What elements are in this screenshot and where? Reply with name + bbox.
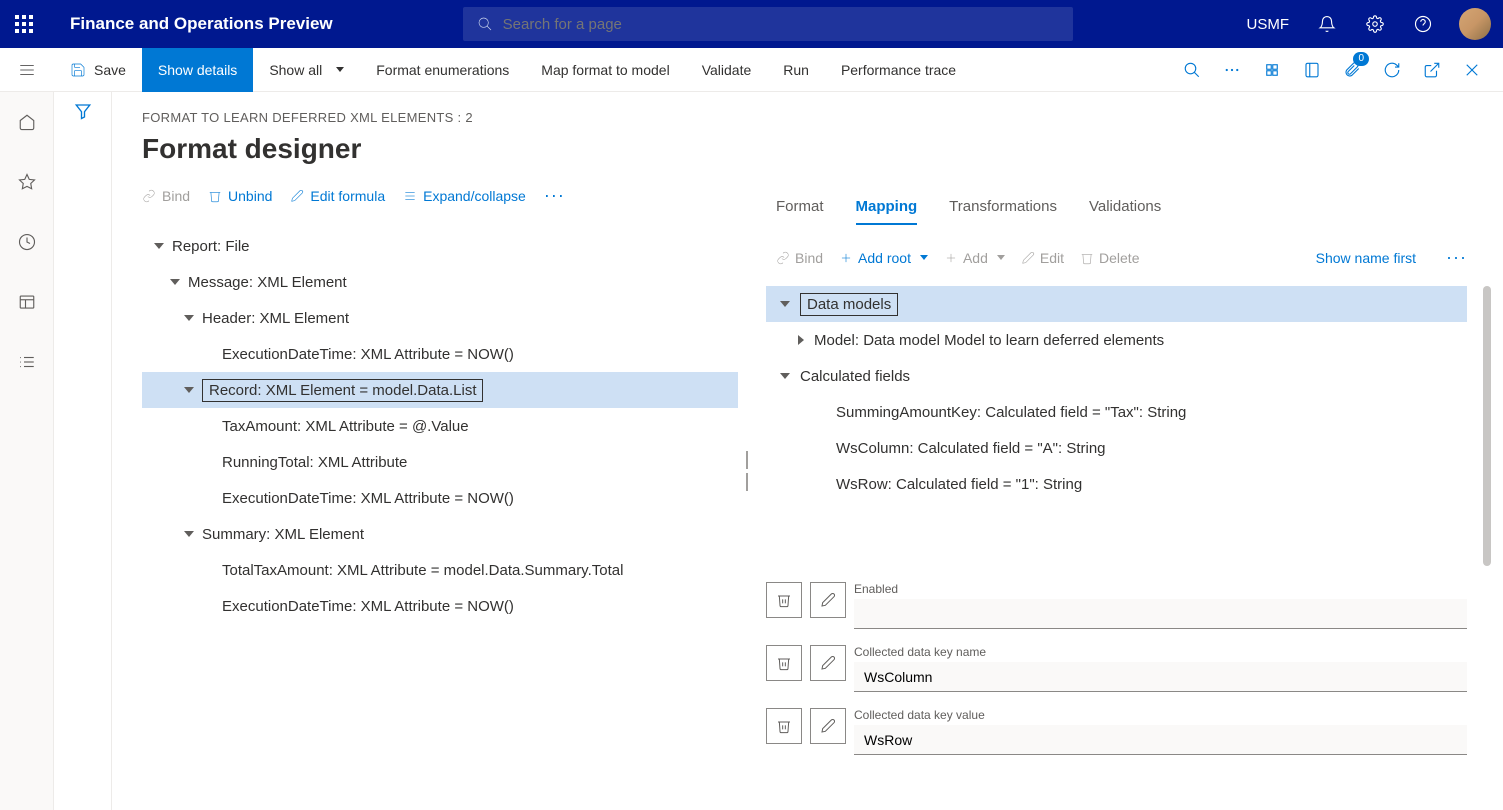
refresh-icon[interactable] (1373, 48, 1411, 92)
key-name-label: Collected data key name (854, 645, 1467, 659)
show-details-button[interactable]: Show details (142, 48, 253, 92)
top-bar: Finance and Operations Preview USMF (0, 0, 1503, 48)
app-launcher-icon[interactable] (0, 0, 48, 48)
company-selector[interactable]: USMF (1233, 16, 1304, 33)
tab-transformations[interactable]: Transformations (949, 198, 1057, 225)
edit-property-icon[interactable] (810, 645, 846, 681)
edit-formula-button[interactable]: Edit formula (290, 188, 385, 204)
map-format-button[interactable]: Map format to model (525, 48, 685, 92)
popout-icon[interactable] (1413, 48, 1451, 92)
favorites-icon[interactable] (7, 162, 47, 202)
run-button[interactable]: Run (767, 48, 825, 92)
global-search[interactable] (463, 7, 1073, 41)
filter-column (54, 92, 112, 810)
tree-node[interactable]: ExecutionDateTime: XML Attribute = NOW() (142, 336, 738, 372)
format-more-icon[interactable]: ··· (544, 185, 565, 206)
close-icon[interactable] (1453, 48, 1491, 92)
tab-validations[interactable]: Validations (1089, 198, 1161, 225)
action-bar: Save Show details Show all Format enumer… (0, 48, 1503, 92)
expand-collapse-button[interactable]: Expand/collapse (403, 188, 526, 204)
detail-tabs: Format Mapping Transformations Validatio… (766, 198, 1467, 225)
search-input[interactable] (503, 16, 1059, 33)
show-all-button[interactable]: Show all (253, 48, 360, 92)
validate-button[interactable]: Validate (686, 48, 768, 92)
tree-node[interactable]: RunningTotal: XML Attribute (142, 444, 738, 480)
tab-mapping[interactable]: Mapping (856, 198, 918, 225)
filter-icon[interactable] (74, 102, 92, 120)
delete-property-icon[interactable] (766, 582, 802, 618)
properties-panel: Enabled Collected data key name (766, 582, 1467, 771)
tree-node[interactable]: TaxAmount: XML Attribute = @.Value (142, 408, 738, 444)
tree-node[interactable]: Summary: XML Element (142, 516, 738, 552)
help-icon[interactable] (1399, 0, 1447, 48)
office-icon[interactable] (1293, 48, 1331, 92)
format-toolbar: Bind Unbind Edit formula Expand/collapse… (142, 185, 738, 206)
key-name-input[interactable] (854, 662, 1467, 692)
add-root-button[interactable]: Add root (839, 250, 928, 266)
show-name-first-button[interactable]: Show name first (1316, 250, 1416, 266)
more-actions-icon[interactable] (1213, 48, 1251, 92)
tree-node[interactable]: WsColumn: Calculated field = "A": String (766, 430, 1467, 466)
format-tree: Report: File Message: XML Element Header… (142, 228, 738, 624)
tree-node[interactable]: TotalTaxAmount: XML Attribute = model.Da… (142, 552, 738, 588)
tree-node[interactable]: Model: Data model Model to learn deferre… (766, 322, 1467, 358)
delete-property-icon[interactable] (766, 708, 802, 744)
delete-property-icon[interactable] (766, 645, 802, 681)
recent-icon[interactable] (7, 222, 47, 262)
scrollbar[interactable] (1483, 286, 1491, 566)
delete-button: Delete (1080, 250, 1139, 266)
pane-divider[interactable] (746, 451, 752, 491)
attachments-badge: 0 (1353, 52, 1369, 66)
mapping-toolbar: Bind Add root Add Edit Delete Show name … (766, 247, 1467, 268)
left-rail (0, 92, 54, 810)
edit-button: Edit (1021, 250, 1064, 266)
add-button: Add (944, 250, 1005, 266)
app-title: Finance and Operations Preview (48, 14, 333, 34)
search-icon (477, 16, 493, 32)
modules-icon[interactable] (7, 342, 47, 382)
settings-icon[interactable] (1351, 0, 1399, 48)
tree-node-selected[interactable]: Data models (766, 286, 1467, 322)
nav-toggle-icon[interactable] (0, 48, 54, 92)
tab-format[interactable]: Format (776, 198, 824, 225)
enabled-input[interactable] (854, 599, 1467, 629)
page-title: Format designer (142, 133, 738, 165)
user-avatar[interactable] (1459, 8, 1491, 40)
tree-node[interactable]: Header: XML Element (142, 300, 738, 336)
enabled-label: Enabled (854, 582, 1467, 596)
format-tree-pane: FORMAT TO LEARN DEFERRED XML ELEMENTS : … (112, 92, 752, 810)
data-source-tree: Data models Model: Data model Model to l… (766, 286, 1467, 502)
tree-node-selected[interactable]: Record: XML Element = model.Data.List (142, 372, 738, 408)
format-enumerations-button[interactable]: Format enumerations (360, 48, 525, 92)
notifications-icon[interactable] (1303, 0, 1351, 48)
tree-node[interactable]: SummingAmountKey: Calculated field = "Ta… (766, 394, 1467, 430)
mapping-more-icon[interactable]: ··· (1446, 247, 1467, 268)
workspaces-icon[interactable] (7, 282, 47, 322)
tree-node[interactable]: ExecutionDateTime: XML Attribute = NOW() (142, 588, 738, 624)
bind-button: Bind (142, 188, 190, 204)
extension-icon[interactable] (1253, 48, 1291, 92)
home-icon[interactable] (7, 102, 47, 142)
edit-property-icon[interactable] (810, 582, 846, 618)
key-value-input[interactable] (854, 725, 1467, 755)
map-bind-button: Bind (776, 250, 823, 266)
save-button[interactable]: Save (54, 48, 142, 92)
search-action-icon[interactable] (1173, 48, 1211, 92)
tree-node[interactable]: Calculated fields (766, 358, 1467, 394)
breadcrumb: FORMAT TO LEARN DEFERRED XML ELEMENTS : … (142, 110, 738, 125)
unbind-button[interactable]: Unbind (208, 188, 272, 204)
key-value-label: Collected data key value (854, 708, 1467, 722)
mapping-pane: Format Mapping Transformations Validatio… (752, 92, 1503, 810)
tree-node[interactable]: WsRow: Calculated field = "1": String (766, 466, 1467, 502)
attachments-icon[interactable]: 0 (1333, 48, 1371, 92)
performance-trace-button[interactable]: Performance trace (825, 48, 972, 92)
tree-node[interactable]: ExecutionDateTime: XML Attribute = NOW() (142, 480, 738, 516)
edit-property-icon[interactable] (810, 708, 846, 744)
tree-node[interactable]: Message: XML Element (142, 264, 738, 300)
tree-node[interactable]: Report: File (142, 228, 738, 264)
